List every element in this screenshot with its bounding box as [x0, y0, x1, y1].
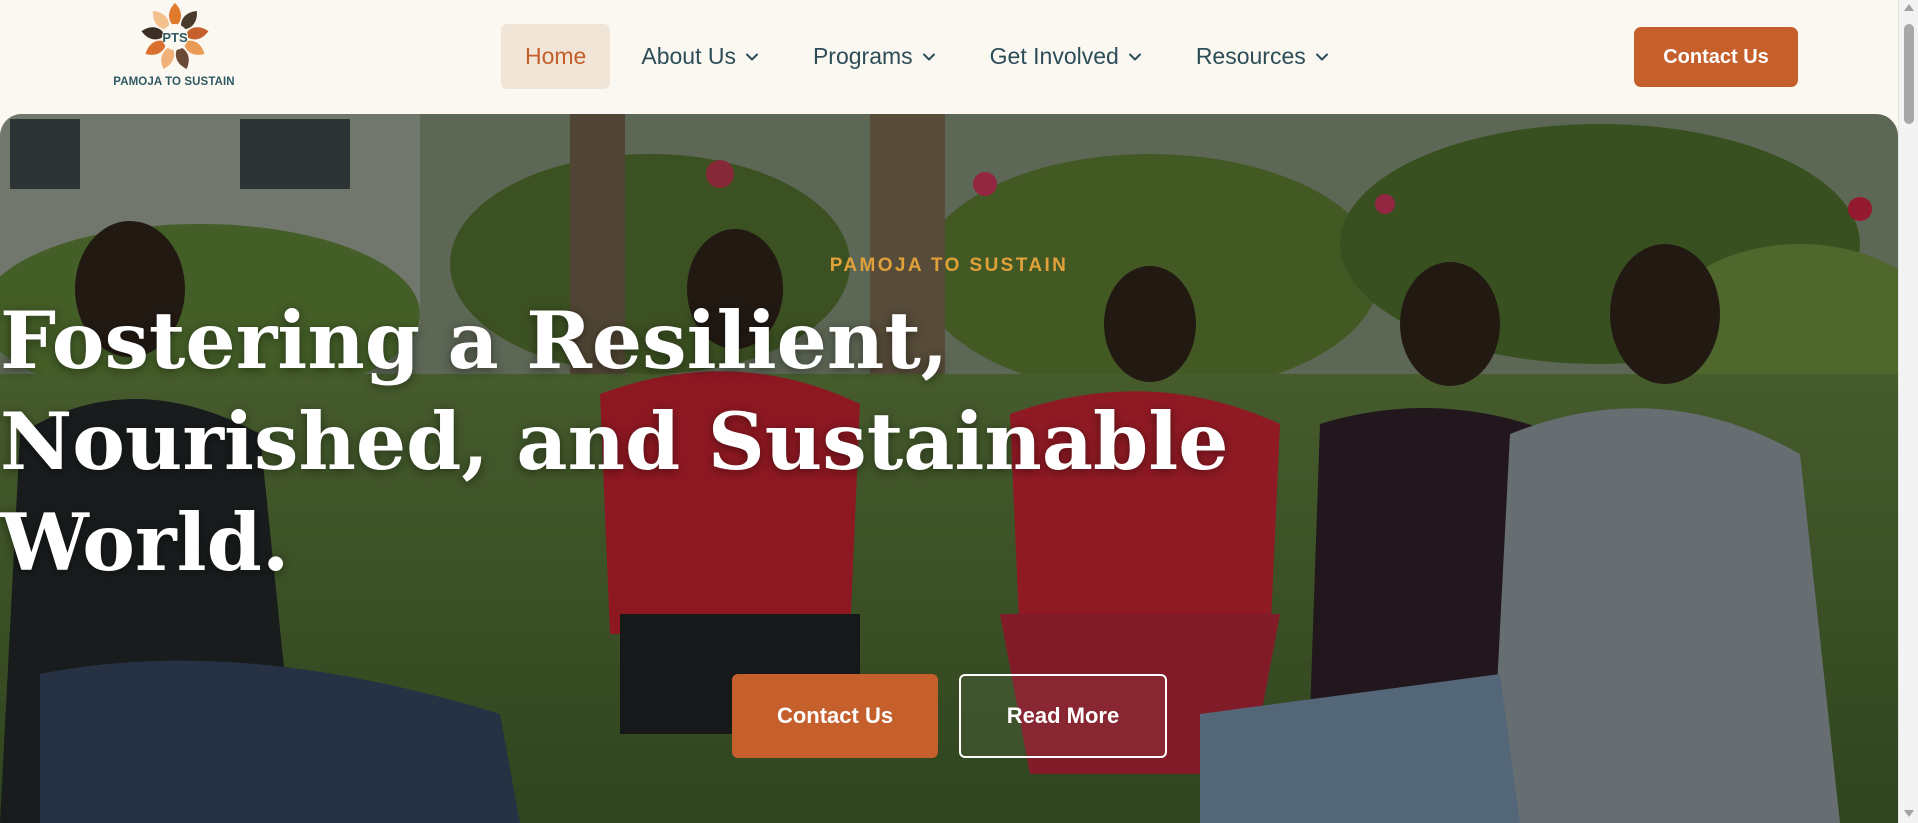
- scroll-up-icon[interactable]: [1904, 4, 1914, 11]
- logo-wordmark: PAMOJA TO SUSTAIN: [113, 76, 235, 88]
- hero-section: PAMOJA TO SUSTAIN Fostering a Resilient,…: [0, 114, 1898, 823]
- site-header: PTS PAMOJA TO SUSTAIN Home About Us Prog…: [0, 0, 1898, 114]
- headline-line: World.: [0, 496, 290, 589]
- nav-item-home[interactable]: Home: [501, 24, 611, 89]
- headline-line: Nourished, and Sustainable: [0, 395, 1229, 488]
- leaf-ring-icon: PTS: [141, 3, 209, 69]
- header-contact-button[interactable]: Contact Us: [1634, 27, 1798, 87]
- hero-headline: Fostering a Resilient, Nourished, and Su…: [0, 290, 1898, 593]
- scroll-down-icon[interactable]: [1904, 810, 1914, 817]
- nav-item-label: Programs: [812, 43, 913, 69]
- chevron-down-icon: [1128, 53, 1141, 60]
- site-logo[interactable]: PTS PAMOJA TO SUSTAIN: [112, 0, 236, 92]
- hero-read-more-button[interactable]: Read More: [959, 674, 1167, 758]
- scroll-thumb[interactable]: [1904, 24, 1914, 124]
- logo-initials: PTS: [162, 30, 188, 45]
- headline-line: Fostering a Resilient,: [0, 294, 949, 387]
- nav-item-label: Home: [525, 43, 587, 69]
- hero-eyebrow: PAMOJA TO SUSTAIN: [829, 255, 1069, 276]
- page-scrollbar[interactable]: [1898, 0, 1918, 823]
- hero-contact-button[interactable]: Contact Us: [732, 674, 938, 758]
- chevron-down-icon: [922, 53, 935, 60]
- nav-item-label: About Us: [641, 43, 736, 69]
- chevron-down-icon: [745, 53, 758, 60]
- nav-item-programs[interactable]: Programs: [813, 24, 936, 89]
- nav-item-label: Resources: [1195, 43, 1306, 69]
- chevron-down-icon: [1315, 53, 1328, 60]
- nav-item-label: Get Involved: [989, 43, 1119, 69]
- nav-item-about-us[interactable]: About Us: [641, 24, 759, 89]
- nav-item-resources[interactable]: Resources: [1196, 24, 1329, 89]
- main-nav: Home About Us Programs Get Involved Reso…: [501, 24, 1329, 89]
- nav-item-get-involved[interactable]: Get Involved: [990, 24, 1142, 89]
